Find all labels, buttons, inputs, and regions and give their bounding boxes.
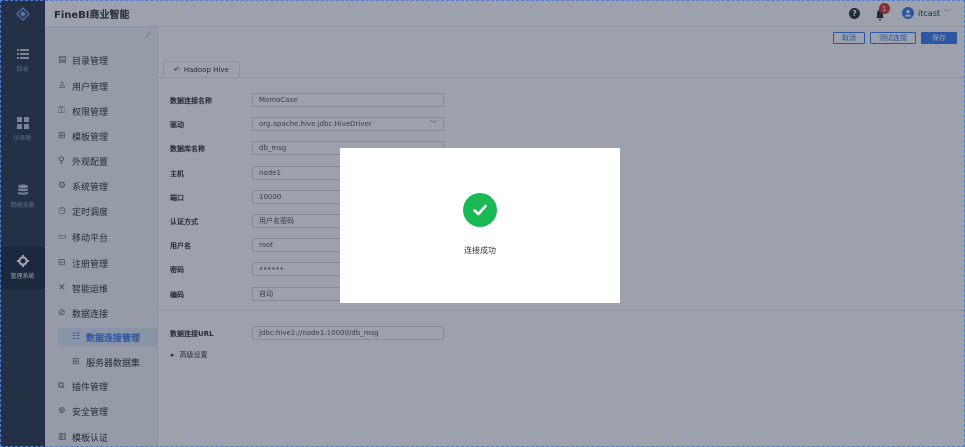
success-message: 连接成功 xyxy=(464,246,496,255)
success-dialog: 连接成功 xyxy=(340,148,620,303)
check-icon xyxy=(473,204,487,216)
check-circle-icon xyxy=(463,193,497,227)
